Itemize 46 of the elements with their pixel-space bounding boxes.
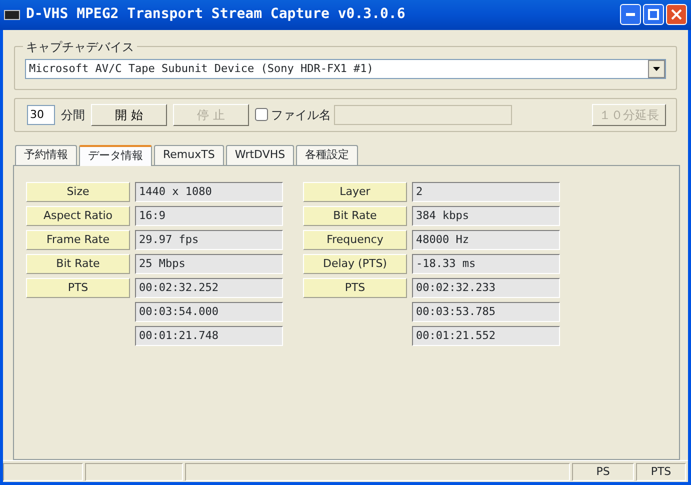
maximize-button[interactable] — [643, 4, 664, 26]
value-field: 00:02:32.252 — [135, 278, 283, 298]
field-label: Frequency — [303, 230, 407, 250]
tab[interactable]: WrtDVHS — [226, 145, 294, 165]
minutes-field[interactable]: 30 — [27, 104, 55, 125]
tab[interactable]: RemuxTS — [154, 145, 224, 165]
field-label: Bit Rate — [303, 206, 407, 226]
value-field: 00:01:21.748 — [135, 326, 283, 346]
filename-label: ファイル名 — [271, 106, 331, 124]
value-field: 00:03:53.785 — [412, 302, 560, 322]
minimize-icon — [626, 13, 635, 16]
value-field: 00:02:32.233 — [412, 278, 560, 298]
value-field: 00:01:21.552 — [412, 326, 560, 346]
value-field: 25 Mbps — [135, 254, 283, 274]
field-label: Layer — [303, 182, 407, 202]
value-field: 48000 Hz — [412, 230, 560, 250]
value-field: -18.33 ms — [412, 254, 560, 274]
status-pane: PS — [572, 463, 634, 481]
minutes-label: 分間 — [61, 106, 85, 124]
minimize-button[interactable] — [620, 4, 641, 26]
close-button[interactable] — [666, 4, 687, 26]
field-label: PTS — [303, 278, 407, 298]
value-field: 2 — [412, 182, 560, 202]
value-field: 00:03:54.000 — [135, 302, 283, 322]
value-field: 29.97 fps — [135, 230, 283, 250]
field-label: Aspect Ratio — [26, 206, 130, 226]
field-label: Delay (PTS) — [303, 254, 407, 274]
field-label: Size — [26, 182, 130, 202]
start-button[interactable]: 開 始 — [91, 104, 167, 126]
tab[interactable]: 各種設定 — [296, 145, 358, 165]
tab[interactable]: 予約情報 — [15, 145, 77, 165]
device-dropdown[interactable]: Microsoft AV/C Tape Subunit Device (Sony HDR-FX1 #1) — [25, 58, 666, 79]
filename-checkbox[interactable] — [255, 108, 268, 122]
window-title: D-VHS MPEG2 Transport Stream Capture v0.3.0.6 — [26, 5, 406, 24]
app-icon — [4, 10, 20, 20]
value-field: 384 kbps — [412, 206, 560, 226]
field-label: Frame Rate — [26, 230, 130, 250]
close-icon — [671, 9, 682, 20]
value-field: 16:9 — [135, 206, 283, 226]
value-field: 1440 x 1080 — [135, 182, 283, 202]
status-pane: PTS — [636, 463, 686, 481]
group-label: キャプチャデバイス — [23, 38, 137, 56]
field-label: PTS — [26, 278, 130, 298]
field-label: Bit Rate — [26, 254, 130, 274]
maximize-icon — [648, 9, 659, 20]
tab[interactable]: データ情報 — [79, 145, 152, 166]
